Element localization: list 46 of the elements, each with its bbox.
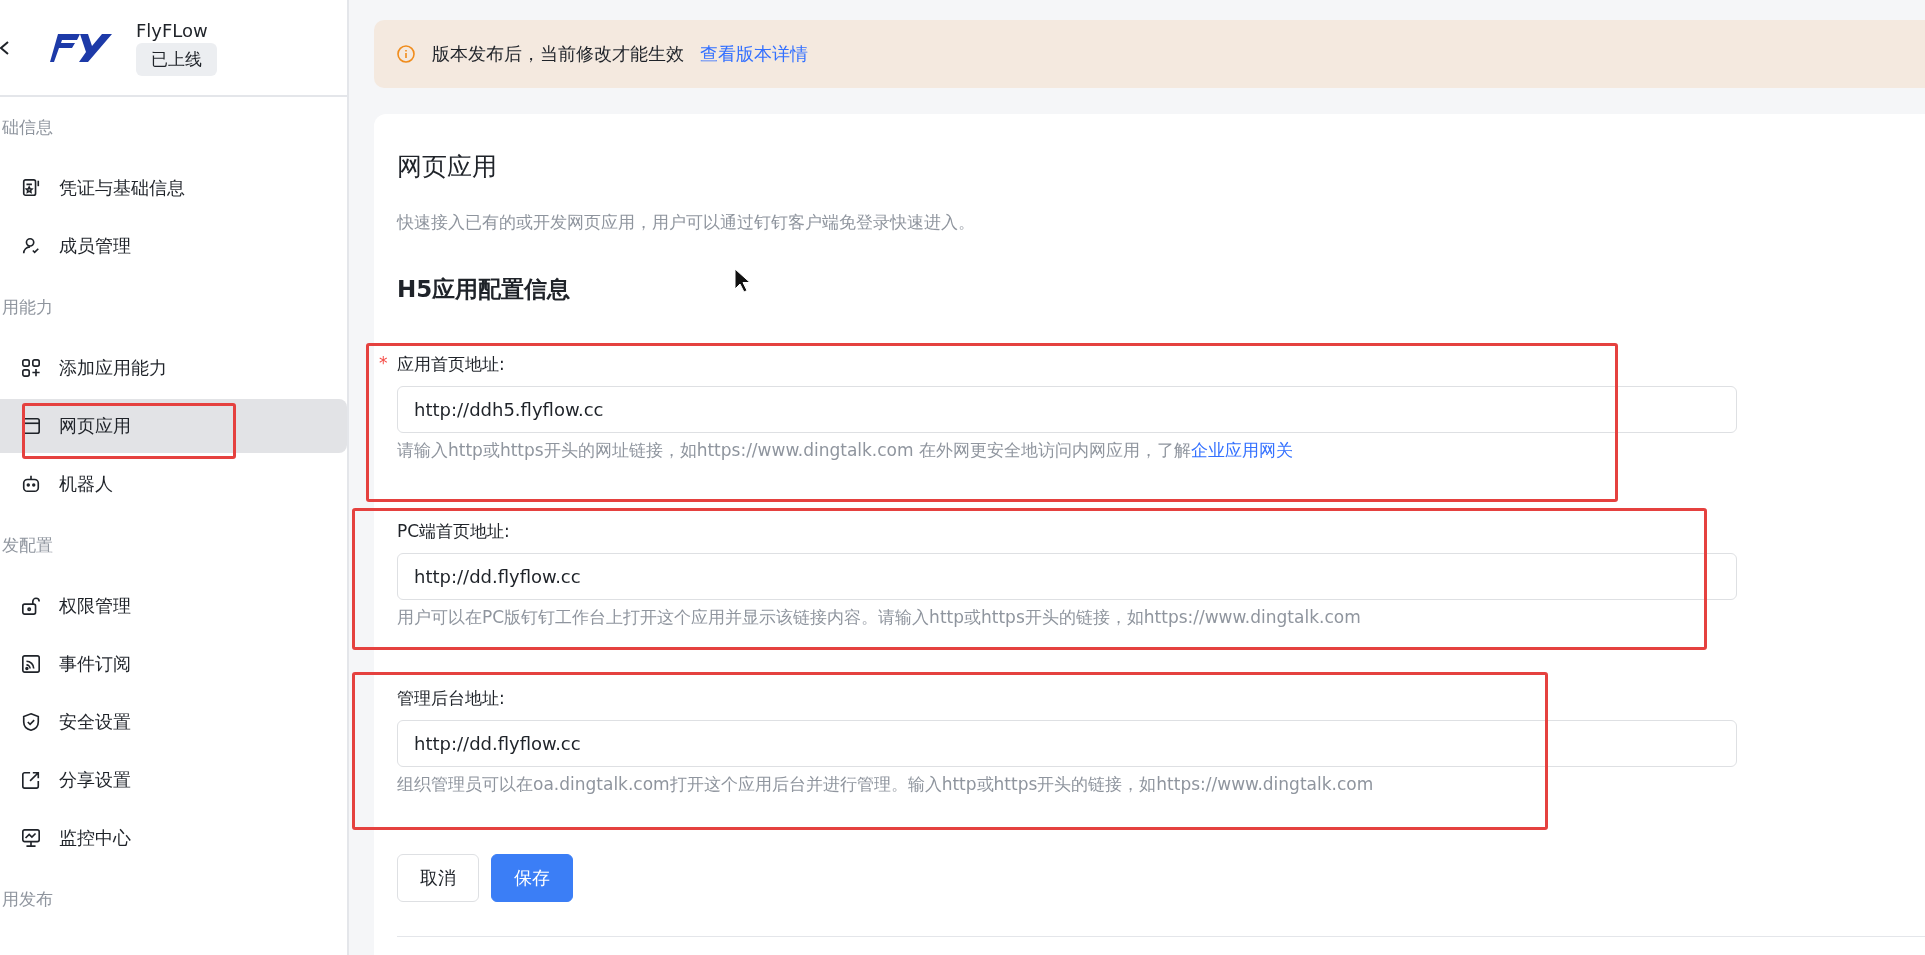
app-name: FlyFLow: [136, 19, 208, 41]
sidebar-item[interactable]: 机器人: [0, 457, 347, 511]
cancel-button[interactable]: 取消: [397, 854, 479, 902]
robot-icon: [21, 474, 41, 494]
sidebar-group-label: 用能力: [1, 295, 54, 319]
sidebar-item[interactable]: 监控中心: [0, 811, 347, 865]
member-icon: [21, 236, 41, 256]
url-input[interactable]: http://dd.flyflow.cc: [397, 720, 1737, 767]
sidebar-item[interactable]: 网页应用: [0, 399, 347, 453]
sidebar-group-label: 础信息: [1, 115, 54, 139]
logo-icon: [50, 31, 114, 64]
sidebar-item[interactable]: 添加应用能力: [0, 341, 347, 395]
lock-icon: [21, 596, 41, 616]
status-badge: 已上线: [136, 42, 217, 76]
notice-text: 版本发布后，当前修改才能生效: [432, 42, 684, 66]
field-label: 应用首页地址:: [397, 354, 505, 374]
field-label: 管理后台地址:: [397, 688, 505, 708]
add-grid-icon: [21, 358, 41, 378]
sidebar-item[interactable]: 凭证与基础信息: [0, 161, 347, 215]
gateway-link[interactable]: 企业应用网关: [1191, 440, 1293, 460]
monitor-icon: [21, 828, 41, 848]
field-label: PC端首页地址:: [397, 521, 510, 541]
version-details-link[interactable]: 查看版本详情: [700, 42, 808, 66]
field-hint: 请输入http或https开头的网址链接，如https://www.dingtalk.com 在外网更安全地访问内网应用，了解企业应用网关: [397, 439, 1294, 462]
section-title: H5应用配置信息: [397, 275, 571, 304]
sidebar-item[interactable]: 安全设置: [0, 695, 347, 749]
field-hint: 组织管理员可以在oa.dingtalk.com打开这个应用后台并进行管理。输入http或https开头的链接，如https://www.dingtalk.com: [397, 773, 1375, 796]
share-icon: [21, 770, 41, 790]
field-hint: 用户可以在PC版钉钉工作台上打开这个应用并显示该链接内容。请输入http或https开头的链接，如https://www.dingtalk.com: [397, 606, 1362, 629]
sidebar-group-label: 发配置: [1, 533, 54, 557]
sidebar-item[interactable]: 分享设置: [0, 753, 347, 807]
mouse-cursor-icon: [734, 268, 750, 294]
sidebar-item[interactable]: 权限管理: [0, 579, 347, 633]
page-title: 网页应用: [397, 151, 498, 183]
save-button[interactable]: 保存: [491, 854, 573, 902]
sidebar-item[interactable]: 事件订阅: [0, 637, 347, 691]
url-input[interactable]: http://dd.flyflow.cc: [397, 553, 1737, 600]
url-input[interactable]: http://ddh5.flyflow.cc: [397, 386, 1737, 433]
sidebar-group-label: 用发布: [1, 887, 54, 911]
rss-icon: [21, 654, 41, 674]
required-asterisk: *: [379, 353, 388, 373]
credential-icon: [21, 178, 41, 198]
shield-icon: [21, 712, 41, 732]
info-icon: [396, 44, 416, 64]
page-description: 快速接入已有的或开发网页应用，用户可以通过钉钉客户端免登录快速进入。: [397, 211, 976, 234]
sidebar-item[interactable]: 成员管理: [0, 219, 347, 273]
